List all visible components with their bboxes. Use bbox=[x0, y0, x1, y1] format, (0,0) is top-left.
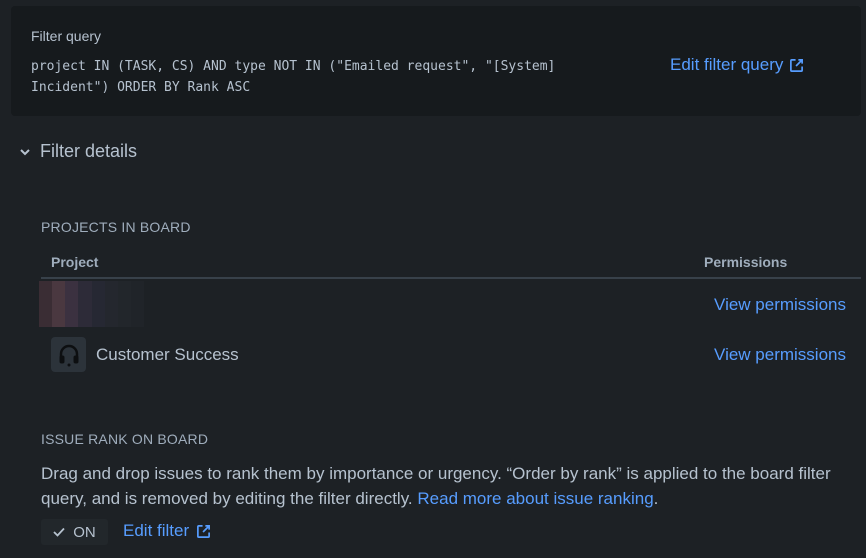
edit-filter-label: Edit filter bbox=[123, 521, 190, 540]
pixelated-avatar bbox=[39, 281, 144, 327]
filter-details-title: Filter details bbox=[40, 141, 138, 161]
column-header-permissions: Permissions bbox=[704, 254, 788, 270]
table-header-divider bbox=[41, 277, 861, 279]
filter-query-text: project IN (TASK, CS) AND type NOT IN ("… bbox=[31, 59, 556, 95]
column-header-project: Project bbox=[51, 254, 99, 270]
trailing-period: . bbox=[653, 489, 659, 508]
project-name: Customer Success bbox=[96, 345, 239, 364]
edit-filter-query-label: Edit filter query bbox=[670, 55, 784, 74]
projects-section-label: PROJECTS IN BOARD bbox=[41, 219, 191, 235]
external-link-icon bbox=[197, 524, 211, 538]
filter-details-toggle[interactable]: Filter details bbox=[18, 141, 137, 162]
project-avatar bbox=[51, 337, 86, 372]
rank-toggle[interactable]: ON bbox=[41, 519, 108, 545]
read-more-issue-ranking-link[interactable]: Read more about issue ranking bbox=[417, 489, 653, 508]
filter-query-title: Filter query bbox=[31, 28, 102, 44]
check-icon bbox=[53, 527, 65, 537]
edit-filter-link[interactable]: Edit filter bbox=[123, 521, 211, 541]
headset-icon bbox=[59, 344, 78, 366]
view-permissions-link-2[interactable]: View permissions bbox=[714, 345, 846, 365]
issue-rank-description: Drag and drop issues to rank them by imp… bbox=[41, 461, 841, 511]
view-permissions-link-1[interactable]: View permissions bbox=[714, 295, 846, 315]
filter-query-panel: Filter query project IN (TASK, CS) AND t… bbox=[11, 6, 861, 116]
chevron-down-icon bbox=[20, 148, 30, 155]
rank-toggle-label: ON bbox=[73, 523, 96, 541]
issue-rank-section-label: ISSUE RANK ON BOARD bbox=[41, 431, 209, 447]
external-link-icon bbox=[790, 58, 804, 72]
edit-filter-query-link[interactable]: Edit filter query bbox=[670, 55, 804, 75]
